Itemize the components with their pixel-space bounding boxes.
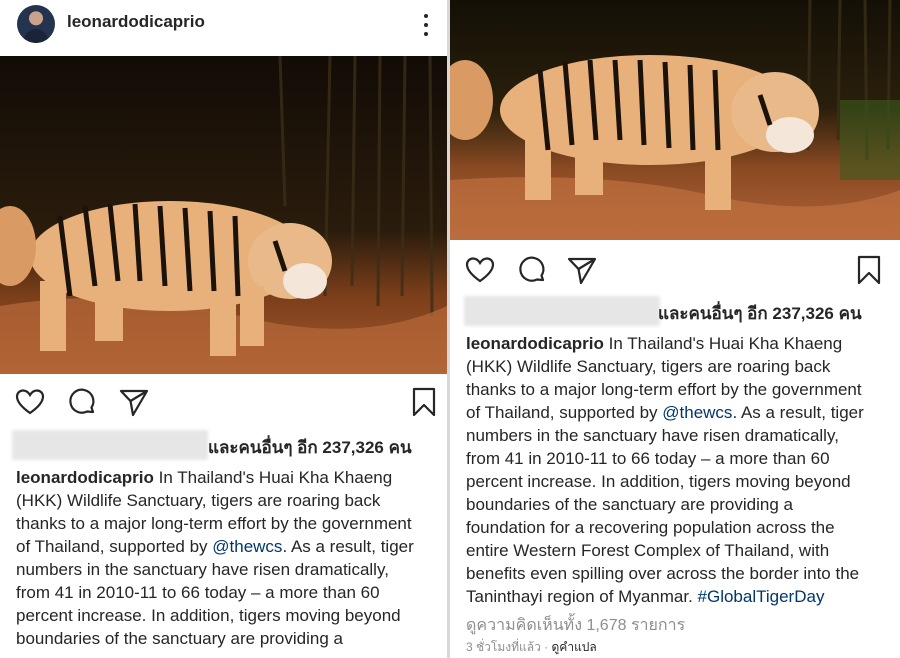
caption-text: numbers in the sanctuary have risen dram… xyxy=(466,426,839,445)
likes-row: และคนอื่นๆ อีก 237,326 คน xyxy=(450,296,900,326)
caption-line: entire Western Forest Complex of Thailan… xyxy=(466,539,891,562)
caption-line: leonardodicaprio In Thailand's Huai Kha … xyxy=(466,332,891,355)
view-all-comments-link[interactable]: ดูความคิดเห็นทั้ง 1,678 รายการ xyxy=(466,613,685,638)
mention-link[interactable]: @thewcs xyxy=(212,537,282,556)
time-ago: 3 ชั่วโมงที่แล้ว xyxy=(466,640,541,654)
caption-line: percent increase. In addition, tigers mo… xyxy=(466,470,891,493)
action-bar xyxy=(450,248,900,292)
post-caption: leonardodicaprio In Thailand's Huai Kha … xyxy=(16,466,441,650)
caption-line: leonardodicaprio In Thailand's Huai Kha … xyxy=(16,466,441,489)
caption-line: of Thailand, supported by @thewcs. As a … xyxy=(16,535,441,558)
caption-text: (HKK) Wildlife Sanctuary, tigers are roa… xyxy=(466,357,831,376)
caption-text: foundation for a recovering population a… xyxy=(466,518,835,537)
caption-line: thanks to a major long-term effort by th… xyxy=(466,378,891,401)
likes-count[interactable]: และคนอื่นๆ อีก 237,326 คน xyxy=(208,434,412,461)
caption-line: from 41 in 2010-11 to 66 today – a more … xyxy=(466,447,891,470)
post-photo xyxy=(0,56,447,374)
caption-text: boundaries of the sanctuary are providin… xyxy=(466,495,793,514)
caption-text: from 41 in 2010-11 to 66 today – a more … xyxy=(16,583,380,602)
caption-line: percent increase. In addition, tigers mo… xyxy=(16,604,441,627)
caption-line: of Thailand, supported by @thewcs. As a … xyxy=(466,401,891,424)
blurred-liker-name xyxy=(464,296,660,326)
avatar[interactable] xyxy=(17,5,55,43)
caption-text: numbers in the sanctuary have risen dram… xyxy=(16,560,389,579)
caption-text: percent increase. In addition, tigers mo… xyxy=(466,472,851,491)
caption-line: benefits even spilling over across the b… xyxy=(466,562,891,585)
translate-link[interactable]: ดูคำแปล xyxy=(552,640,597,654)
caption-text: of Thailand, supported by xyxy=(466,403,663,422)
comment-bubble-icon[interactable] xyxy=(66,386,98,418)
caption-line: foundation for a recovering population a… xyxy=(466,516,891,539)
caption-text: . As a result, tiger xyxy=(732,403,864,422)
caption-username[interactable]: leonardodicaprio xyxy=(466,334,604,353)
heart-icon[interactable] xyxy=(464,254,496,286)
meta-separator: · xyxy=(540,640,552,654)
hashtag-link[interactable]: #GlobalTigerDay xyxy=(698,587,825,606)
likes-row: และคนอื่นๆ อีก 237,326 คน xyxy=(0,430,447,460)
post-right: และคนอื่นๆ อีก 237,326 คน leonardodicapr… xyxy=(450,0,900,658)
caption-line: numbers in the sanctuary have risen dram… xyxy=(16,558,441,581)
caption-text: entire Western Forest Complex of Thailan… xyxy=(466,541,830,560)
caption-line: numbers in the sanctuary have risen dram… xyxy=(466,424,891,447)
caption-line: from 41 in 2010-11 to 66 today – a more … xyxy=(16,581,441,604)
caption-text: benefits even spilling over across the b… xyxy=(466,564,860,583)
caption-text: (HKK) Wildlife Sanctuary, tigers are roa… xyxy=(16,491,381,510)
paper-plane-icon[interactable] xyxy=(566,254,598,286)
mention-link[interactable]: @thewcs xyxy=(662,403,732,422)
caption-text: . As a result, tiger xyxy=(282,537,414,556)
caption-username[interactable]: leonardodicaprio xyxy=(16,468,154,487)
caption-text: of Thailand, supported by xyxy=(16,537,213,556)
bookmark-icon[interactable] xyxy=(853,254,885,286)
caption-text: Taninthayi region of Myanmar. xyxy=(466,587,698,606)
heart-icon[interactable] xyxy=(14,386,46,418)
caption-text: percent increase. In addition, tigers mo… xyxy=(16,606,401,625)
bookmark-icon[interactable] xyxy=(408,386,440,418)
caption-line: (HKK) Wildlife Sanctuary, tigers are roa… xyxy=(16,489,441,512)
more-vertical-icon[interactable] xyxy=(416,12,436,38)
caption-text: thanks to a major long-term effort by th… xyxy=(466,380,862,399)
paper-plane-icon[interactable] xyxy=(118,386,150,418)
caption-line: boundaries of the sanctuary are providin… xyxy=(16,627,441,650)
likes-count[interactable]: และคนอื่นๆ อีก 237,326 คน xyxy=(658,300,862,327)
caption-line: Taninthayi region of Myanmar. #GlobalTig… xyxy=(466,585,891,608)
post-username[interactable]: leonardodicaprio xyxy=(67,12,205,32)
caption-text: boundaries of the sanctuary are providin… xyxy=(16,629,343,648)
comment-bubble-icon[interactable] xyxy=(516,254,548,286)
post-left: leonardodicaprio และคนอื่นๆ อีก 237,326 … xyxy=(0,0,447,658)
caption-line: thanks to a major long-term effort by th… xyxy=(16,512,441,535)
post-caption: leonardodicaprio In Thailand's Huai Kha … xyxy=(466,332,891,608)
caption-text: In Thailand's Huai Kha Khaeng xyxy=(153,468,393,487)
action-bar xyxy=(0,380,447,424)
caption-text: In Thailand's Huai Kha Khaeng xyxy=(603,334,843,353)
post-header: leonardodicaprio xyxy=(0,0,447,56)
blurred-liker-name xyxy=(12,430,208,460)
caption-text: thanks to a major long-term effort by th… xyxy=(16,514,412,533)
post-photo xyxy=(450,0,900,240)
caption-text: from 41 in 2010-11 to 66 today – a more … xyxy=(466,449,830,468)
caption-line: (HKK) Wildlife Sanctuary, tigers are roa… xyxy=(466,355,891,378)
caption-line: boundaries of the sanctuary are providin… xyxy=(466,493,891,516)
post-meta: 3 ชั่วโมงที่แล้ว · ดูคำแปล xyxy=(466,638,597,657)
